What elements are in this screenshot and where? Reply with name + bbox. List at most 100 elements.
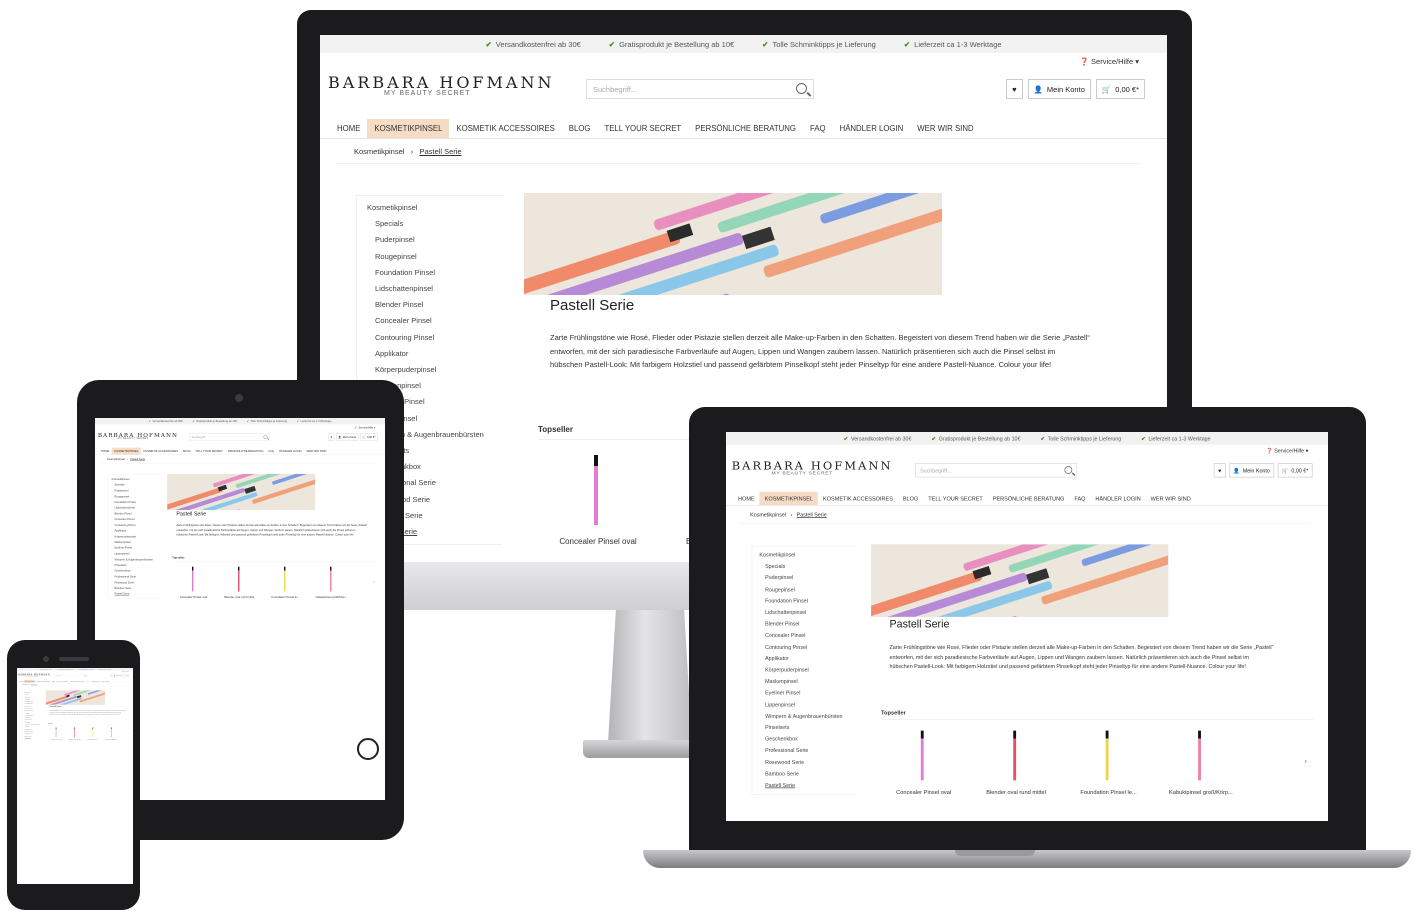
cart-button[interactable]: 🛒 0,00 €* bbox=[1095, 79, 1145, 99]
nav-item-accessoires[interactable]: KOSMETIK ACCESSOIRES bbox=[141, 448, 181, 455]
product-name[interactable]: Foundation Pinsel le... bbox=[264, 596, 306, 599]
breadcrumb-current[interactable]: Pastell Serie bbox=[31, 684, 37, 685]
product-card[interactable]: Kabukipinsel groß/Körp... bbox=[103, 727, 120, 743]
sidebar-item[interactable]: Applikator bbox=[369, 346, 502, 362]
sidebar-item[interactable]: Lidschattenpinsel bbox=[369, 281, 502, 297]
sidebar-item[interactable]: Blender Pinsel bbox=[369, 297, 502, 313]
sidebar-heading[interactable]: Kosmetikpinsel bbox=[367, 200, 502, 216]
nav-item-blog[interactable]: BLOG bbox=[181, 448, 194, 455]
nav-item-faq[interactable]: FAQ bbox=[266, 448, 276, 455]
service-menu[interactable]: ❓ Service/Hilfe ▾ bbox=[121, 671, 129, 672]
sidebar-item[interactable]: Bamboo Serie bbox=[761, 768, 856, 780]
product-name[interactable]: Foundation Pinsel le... bbox=[1066, 789, 1151, 795]
sidebar-item[interactable]: Eyeliner Pinsel bbox=[761, 688, 856, 700]
product-card[interactable]: Foundation Pinsel le... bbox=[85, 727, 102, 743]
nav-item-blog[interactable]: BLOG bbox=[898, 492, 923, 506]
breadcrumb-parent[interactable]: Kosmetikpinsel bbox=[354, 147, 404, 156]
sidebar-item[interactable]: Professional Serie bbox=[761, 745, 856, 757]
wishlist-button[interactable]: ♥ bbox=[1006, 79, 1023, 99]
cart-button[interactable]: 🛒 0,00 €* bbox=[122, 674, 130, 678]
product-card[interactable]: Foundation Pinsel le... bbox=[264, 565, 306, 604]
chevron-right-icon[interactable]: › bbox=[373, 580, 374, 584]
wishlist-button[interactable]: ♥ bbox=[328, 433, 335, 441]
site-logo[interactable]: BARBARA HOFMANN MY BEAUTY SECRET bbox=[98, 431, 178, 439]
product-image[interactable] bbox=[1013, 730, 1017, 781]
nav-item-wer-wir-sind[interactable]: WER WIR SIND bbox=[910, 119, 980, 138]
nav-item-home[interactable]: HOME bbox=[330, 119, 367, 138]
nav-item-faq[interactable]: FAQ bbox=[1069, 492, 1090, 506]
sidebar-item[interactable]: Rosewood Serie bbox=[761, 757, 856, 769]
sidebar-item[interactable]: Foundation Pinsel bbox=[761, 595, 856, 607]
nav-item-accessoires[interactable]: KOSMETIK ACCESSOIRES bbox=[818, 492, 898, 506]
breadcrumb-current[interactable]: Pastell Serie bbox=[797, 512, 827, 518]
sidebar-item[interactable]: Lidschattenpinsel bbox=[761, 607, 856, 619]
product-card[interactable]: Blender oval rund mittel bbox=[973, 726, 1058, 804]
product-name[interactable]: Kabukipinsel groß/Körp... bbox=[1158, 789, 1243, 795]
sidebar-item-current[interactable]: Pastell Serie bbox=[761, 780, 856, 792]
sidebar-item[interactable]: Puderpinsel bbox=[369, 232, 502, 248]
product-name[interactable]: Blender oval rund mittel bbox=[66, 739, 83, 740]
sidebar-item[interactable]: Blender Pinsel bbox=[761, 618, 856, 630]
product-name[interactable]: Concealer Pinsel oval bbox=[538, 537, 658, 546]
search-icon[interactable] bbox=[796, 83, 807, 94]
sidebar-heading[interactable]: Kosmetikpinsel bbox=[759, 549, 855, 561]
nav-item-tell-your-secret[interactable]: TELL YOUR SECRET bbox=[597, 119, 688, 138]
sidebar-item[interactable]: Foundation Pinsel bbox=[369, 265, 502, 281]
nav-item-haendler-login[interactable]: HÄNDLER LOGIN bbox=[833, 119, 911, 138]
product-image[interactable] bbox=[284, 566, 286, 592]
sidebar-item[interactable]: Contouring Pinsel bbox=[369, 330, 502, 346]
product-image[interactable] bbox=[110, 727, 112, 738]
product-image[interactable] bbox=[191, 566, 194, 592]
product-image[interactable] bbox=[594, 455, 598, 525]
service-menu[interactable]: ❓ Service/Hilfe ▾ bbox=[354, 426, 375, 429]
search-input[interactable]: Suchbegriff... bbox=[915, 463, 1078, 478]
product-image[interactable] bbox=[238, 566, 240, 592]
nav-item-beratung[interactable]: PERSÖNLICHE BERATUNG bbox=[225, 448, 266, 455]
sidebar-item[interactable]: Specials bbox=[369, 216, 502, 232]
search-icon[interactable] bbox=[84, 674, 86, 677]
sidebar-item[interactable]: Körperpuderpinsel bbox=[761, 665, 856, 677]
wishlist-button[interactable]: ♥ bbox=[1213, 463, 1226, 478]
product-image[interactable] bbox=[55, 727, 57, 738]
product-card[interactable]: Concealer Pinsel oval bbox=[48, 727, 65, 743]
sidebar-item-current[interactable]: Pastell Serie bbox=[24, 737, 43, 739]
account-button[interactable]: 👤 Mein Konto bbox=[1027, 79, 1091, 99]
site-logo[interactable]: BARBARA HOFMANN MY BEAUTY SECRET bbox=[18, 673, 50, 676]
sidebar-item[interactable]: Contouring Pinsel bbox=[761, 641, 856, 653]
sidebar-item[interactable]: Lippenpinsel bbox=[761, 699, 856, 711]
sidebar-item[interactable]: Applikator bbox=[761, 653, 856, 665]
wishlist-button[interactable]: ♥ bbox=[110, 674, 113, 678]
sidebar-item[interactable]: Specials bbox=[761, 561, 856, 573]
nav-item-accessoires[interactable]: KOSMETIK ACCESSOIRES bbox=[449, 119, 561, 138]
nav-item-tell-your-secret[interactable]: TELL YOUR SECRET bbox=[193, 448, 225, 455]
product-name[interactable]: Kabukipinsel groß/Körp... bbox=[310, 596, 352, 599]
search-input[interactable]: Suchbegriff... bbox=[54, 674, 87, 678]
product-card[interactable]: Concealer Pinsel oval bbox=[538, 449, 658, 559]
sidebar-item[interactable]: Puderpinsel bbox=[761, 572, 856, 584]
sidebar-item[interactable]: Rougepinsel bbox=[761, 584, 856, 596]
sidebar-item[interactable]: Wimpern & Augenbrauenbürsten bbox=[761, 711, 856, 723]
account-button[interactable]: 👤 Mein Konto bbox=[113, 674, 123, 678]
nav-item-home[interactable]: HOME bbox=[99, 448, 112, 455]
nav-item-home[interactable]: HOME bbox=[733, 492, 760, 506]
nav-item-haendler-login[interactable]: HÄNDLER LOGIN bbox=[276, 448, 304, 455]
service-menu[interactable]: ❓ Service/Hilfe ▾ bbox=[1266, 448, 1308, 454]
site-logo[interactable]: BARBARA HOFMANN MY BEAUTY SECRET bbox=[732, 459, 893, 476]
nav-item-kosmetikpinsel[interactable]: KOSMETIKPINSEL bbox=[111, 447, 141, 455]
sidebar-item[interactable]: Concealer Pinsel bbox=[761, 630, 856, 642]
service-menu[interactable]: ❓ Service/Hilfe ▾ bbox=[1080, 57, 1139, 66]
product-image[interactable] bbox=[1198, 730, 1201, 781]
product-card[interactable]: Kabukipinsel groß/Körp... bbox=[310, 565, 352, 604]
search-icon[interactable] bbox=[1064, 466, 1073, 474]
product-card[interactable]: Foundation Pinsel le... bbox=[1066, 726, 1151, 804]
product-name[interactable]: Concealer Pinsel oval bbox=[48, 739, 65, 740]
sidebar-item[interactable]: Geschenkbox bbox=[761, 734, 856, 746]
nav-item-kosmetikpinsel[interactable]: KOSMETIKPINSEL bbox=[759, 491, 819, 506]
nav-item-kosmetikpinsel[interactable]: KOSMETIKPINSEL bbox=[367, 119, 450, 138]
product-card[interactable]: Blender oval rund mittel bbox=[218, 565, 260, 604]
search-input[interactable]: Suchbegriff... bbox=[586, 79, 814, 99]
breadcrumb-current[interactable]: Pastell Serie bbox=[130, 458, 145, 461]
nav-item-faq[interactable]: FAQ bbox=[803, 119, 833, 138]
breadcrumb-parent[interactable]: Kosmetikpinsel bbox=[107, 458, 125, 461]
search-input[interactable]: Suchbegriff... bbox=[189, 433, 270, 441]
